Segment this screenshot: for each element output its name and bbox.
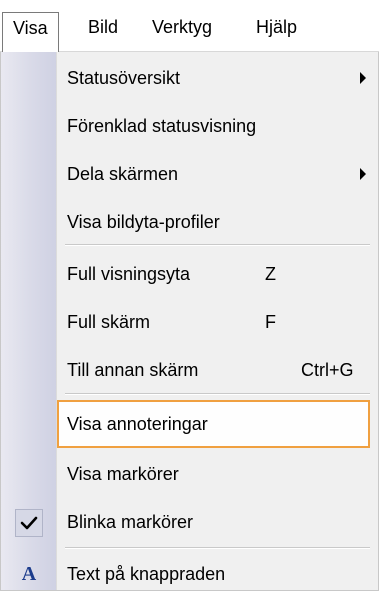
menu-item-visa-markorer[interactable]: Visa markörer: [57, 450, 370, 498]
svg-text:A: A: [22, 563, 37, 584]
menu-hjalp[interactable]: Hjälp: [246, 12, 307, 42]
menu-bild-label: Bild: [88, 17, 119, 37]
menu-item-label: Visa markörer: [67, 464, 179, 484]
menu-visa-label: Visa: [13, 18, 48, 38]
menu-item-shortcut: Ctrl+G: [301, 360, 354, 380]
menu-verktyg-label: Verktyg: [152, 17, 213, 37]
menu-verktyg[interactable]: Verktyg: [142, 12, 222, 42]
menu-separator: [65, 393, 370, 395]
menu-item-full-skarm[interactable]: Full skärm F: [57, 298, 370, 346]
menu-item-label: Blinka markörer: [67, 512, 194, 532]
menu-bar: Visa Bild Verktyg Hjälp: [0, 0, 379, 53]
submenu-arrow-icon: [360, 72, 366, 84]
menu-item-till-annan-skarm[interactable]: Till annan skärm Ctrl+G: [57, 346, 370, 394]
menu-item-label: Full skärm: [67, 312, 151, 332]
menu-item-label: Visa annoteringar: [67, 414, 208, 434]
menu-item-visa-annoteringar[interactable]: Visa annoteringar: [57, 400, 370, 448]
menu-item-label: Full visningsyta: [67, 264, 191, 284]
menu-item-dela-skarmen[interactable]: Dela skärmen: [57, 150, 370, 198]
submenu-arrow-icon: [360, 168, 366, 180]
menu-item-full-visningsyta[interactable]: Full visningsyta Z: [57, 250, 370, 298]
menu-item-label: Visa bildyta-profiler: [67, 212, 220, 232]
menu-hjalp-label: Hjälp: [256, 17, 298, 37]
checkmark-icon: [15, 509, 43, 537]
menu-visa[interactable]: Visa: [2, 12, 59, 53]
menu-item-blinka-markorer[interactable]: Blinka markörer: [57, 498, 370, 546]
menu-item-label: Till annan skärm: [67, 360, 199, 380]
menu-bild[interactable]: Bild: [78, 12, 128, 42]
text-a-icon: A: [15, 559, 43, 587]
menu-item-shortcut: F: [265, 312, 276, 332]
menu-separator: [65, 244, 370, 246]
menu-item-label: Dela skärmen: [67, 164, 179, 184]
visa-dropdown-menu: Statusöversikt Förenklad statusvisning D…: [0, 52, 379, 591]
menu-item-shortcut: Z: [265, 264, 276, 284]
menu-item-label: Statusöversikt: [67, 68, 181, 88]
menu-item-label: Förenklad statusvisning: [67, 116, 257, 136]
menu-item-statusoversikt[interactable]: Statusöversikt: [57, 54, 370, 102]
menu-separator: [65, 547, 370, 549]
menu-item-visa-bildyta-profiler[interactable]: Visa bildyta-profiler: [57, 198, 370, 246]
menu-item-forenklad-statusvisning[interactable]: Förenklad statusvisning: [57, 102, 370, 150]
